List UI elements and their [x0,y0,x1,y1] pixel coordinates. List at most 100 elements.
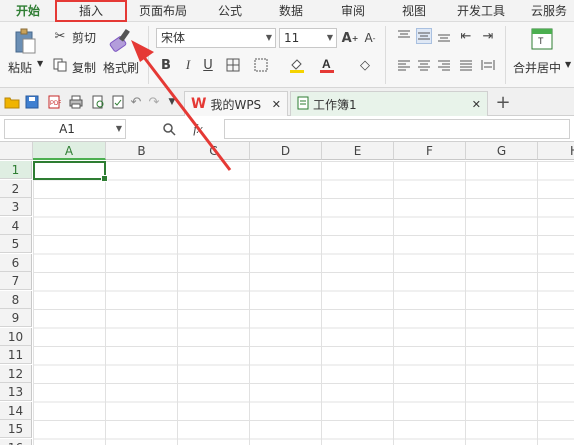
row-header-9[interactable]: 9 [0,309,32,327]
tab-workbook1-label: 工作簿1 [313,97,357,112]
paste-dropdown-icon[interactable]: ▼ [37,59,43,68]
align-center-icon[interactable] [416,57,432,73]
zoom-icon[interactable] [160,120,178,138]
align-left-icon[interactable] [396,57,412,73]
font-color-icon[interactable]: A [318,56,336,74]
cell-area[interactable] [33,161,574,445]
column-header-f[interactable]: F [394,142,466,160]
name-box-value: A1 [59,122,75,136]
column-header-b[interactable]: B [106,142,178,160]
row-header-8[interactable]: 8 [0,290,32,309]
row-header-13[interactable]: 13 [0,383,32,401]
spell-check-icon[interactable] [110,94,126,110]
paste-icon[interactable] [12,27,38,55]
column-header-a[interactable]: A [33,142,106,160]
justify-icon[interactable] [458,57,474,73]
redo-icon[interactable]: ↷ [146,94,162,110]
indent-decrease-icon[interactable]: ⇤ [458,28,474,44]
align-top-icon[interactable] [396,28,412,44]
new-tab-button[interactable]: + [494,92,512,113]
row-header-7[interactable]: 7 [0,272,32,290]
bold-button[interactable]: B [158,56,174,74]
open-folder-icon[interactable] [4,94,20,110]
chevron-down-icon[interactable]: ▼ [565,60,571,69]
tab-page-layout[interactable]: 页面布局 [135,0,191,22]
tab-developer[interactable]: 开发工具 [453,0,509,22]
copy-label[interactable]: 复制 [72,59,96,76]
fill-color-icon[interactable] [288,56,306,74]
row-header-10[interactable]: 10 [0,327,32,346]
tab-insert[interactable]: 插入 [55,0,127,22]
column-header-d[interactable]: D [250,142,322,160]
undo-icon[interactable]: ↶ [128,94,144,110]
indent-increase-icon[interactable]: ⇥ [480,28,496,44]
row-header-4[interactable]: 4 [0,216,32,235]
row-header-12[interactable]: 12 [0,364,32,383]
active-cell-a1[interactable] [33,161,108,182]
column-header-h[interactable]: H [538,142,574,160]
cut-label[interactable]: 剪切 [72,29,96,46]
tab-data[interactable]: 数据 [273,0,309,22]
row-header-14[interactable]: 14 [0,401,32,420]
underline-button[interactable]: U [200,56,216,74]
tab-workbook1[interactable]: 工作簿1 ✕ [290,91,488,116]
scissors-icon[interactable]: ✂ [52,28,68,44]
merge-label[interactable]: 合并居中 [513,59,561,76]
tab-my-wps[interactable]: W 我的WPS ✕ [184,91,288,116]
select-all-corner[interactable] [0,142,33,160]
align-right-icon[interactable] [436,57,452,73]
font-size-select[interactable]: 11 ▼ [279,28,337,48]
paste-label[interactable]: 粘贴 [8,59,32,76]
chevron-down-icon: ▼ [115,124,122,133]
tab-my-wps-label: 我的WPS [210,97,262,112]
format-painter-label[interactable]: 格式刷 [103,59,139,76]
tab-home[interactable]: 开始 [8,0,48,22]
distribute-icon[interactable] [480,57,496,73]
column-header-g[interactable]: G [466,142,538,160]
row-header-6[interactable]: 6 [0,253,32,272]
align-bottom-icon[interactable] [436,28,452,44]
font-name-select[interactable]: 宋体 ▼ [156,28,276,48]
align-middle-icon[interactable] [416,28,432,44]
column-header-e[interactable]: E [322,142,394,160]
ribbon-divider [148,26,149,84]
borders-icon[interactable] [224,56,242,74]
print-preview-icon[interactable] [90,94,106,110]
column-header-c[interactable]: C [178,142,250,160]
shrink-font-icon[interactable]: A- [362,28,378,48]
grow-font-icon[interactable]: A + [342,28,359,48]
insert-function-button[interactable]: fx [188,120,208,138]
row-header-3[interactable]: 3 [0,198,32,216]
close-icon[interactable]: ✕ [472,98,481,111]
save-icon[interactable] [24,94,40,110]
tab-cloud[interactable]: 云服务 [526,0,572,22]
row-header-2[interactable]: 2 [0,179,32,198]
ribbon-divider [385,26,386,84]
format-painter-icon[interactable] [108,27,134,53]
fill-pattern-icon[interactable] [252,56,270,74]
print-icon[interactable] [68,94,84,110]
ribbon-divider [505,26,506,84]
row-header-5[interactable]: 5 [0,235,32,253]
row-header-15[interactable]: 15 [0,420,32,438]
row-header-16[interactable]: 16 [0,438,32,445]
italic-button[interactable]: I [180,56,196,74]
font-size-value: 11 [284,31,300,45]
clear-format-icon[interactable]: ◇ [356,56,374,74]
ribbon: 粘贴 ▼ ✂ 剪切 复制 格式刷 宋体 ▼ 11 ▼ A + A- B I U A… [0,22,574,88]
tab-formula[interactable]: 公式 [212,0,248,22]
close-icon[interactable]: ✕ [272,98,281,111]
row-header-1[interactable]: 1 [0,161,32,179]
row-header-11[interactable]: 11 [0,346,32,364]
tab-review[interactable]: 审阅 [335,0,371,22]
svg-text:PDF: PDF [50,101,61,107]
document-tab-strip: PDF ↶ ↷ ▼ W 我的WPS ✕ 工作簿1 ✕ + [0,88,574,116]
quick-access-dropdown-icon[interactable]: ▼ [166,94,178,110]
formula-input[interactable] [224,119,570,139]
merge-cells-icon[interactable]: T [530,27,554,51]
copy-icon[interactable] [52,57,68,73]
export-pdf-icon[interactable]: PDF [46,94,62,110]
svg-text:T: T [538,36,544,46]
tab-view[interactable]: 视图 [396,0,432,22]
name-box[interactable]: A1 ▼ [4,119,126,139]
